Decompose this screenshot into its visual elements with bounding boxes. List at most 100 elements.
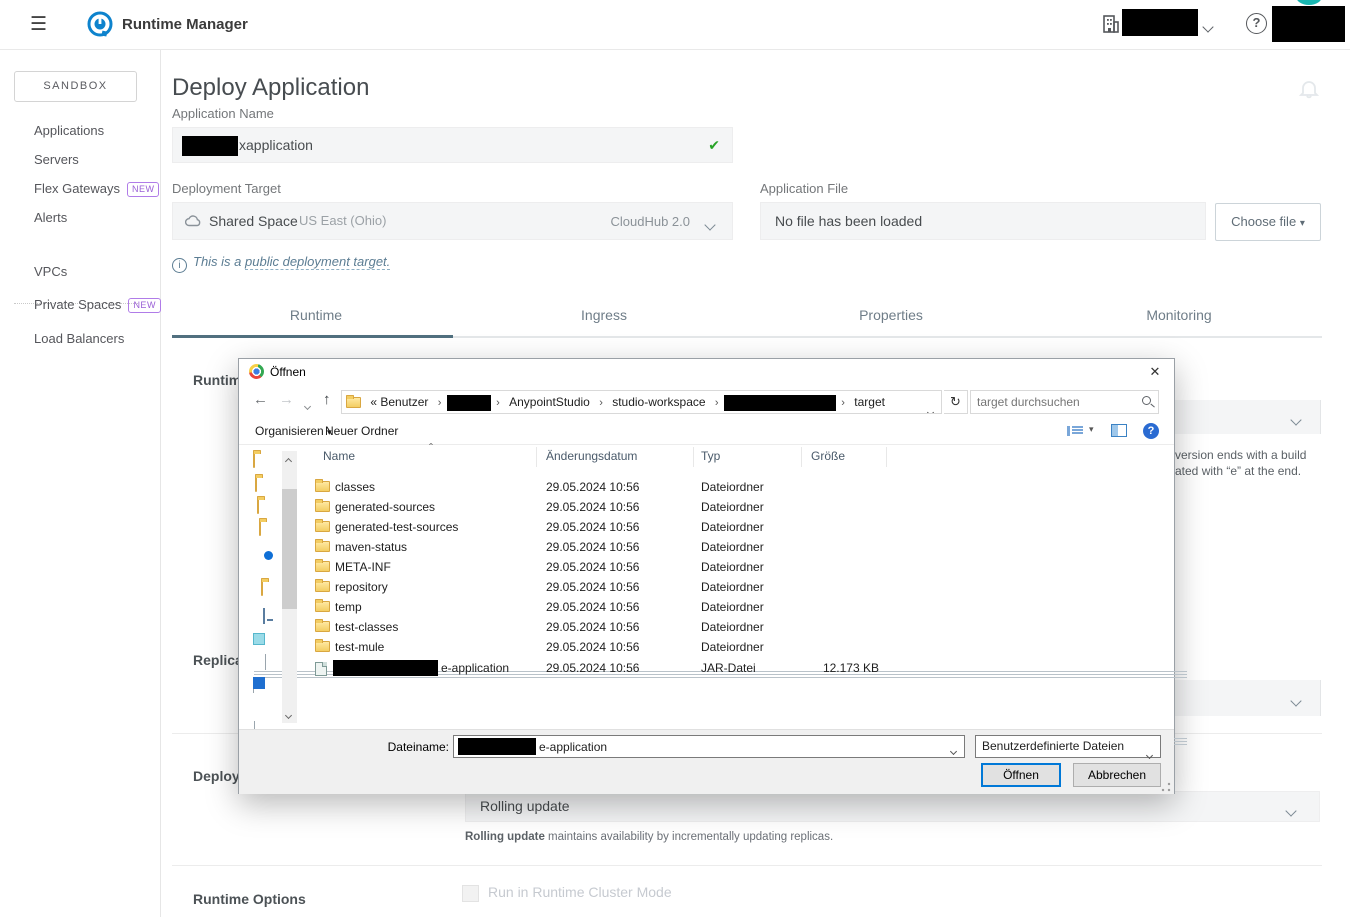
filename-value: e-application	[539, 740, 607, 754]
sidebar-item-load-balancers[interactable]: Load Balancers	[34, 331, 124, 346]
sidebar-item-private-spaces[interactable]: Private SpacesNEW	[34, 297, 161, 314]
folder-icon[interactable]	[257, 498, 259, 514]
folder-icon[interactable]	[255, 476, 257, 492]
3d-objects-icon[interactable]	[253, 633, 265, 645]
resize-grip[interactable]	[1161, 782, 1171, 792]
file-row[interactable]: temp29.05.2024 10:56Dateiordner	[301, 597, 883, 617]
file-row[interactable]: generated-test-sources29.05.2024 10:56Da…	[301, 517, 883, 537]
jar-file-icon	[315, 662, 327, 676]
folder-icon[interactable]	[259, 520, 261, 536]
dialog-help-icon[interactable]: ?	[1143, 423, 1159, 439]
sidebar-item-vpcs[interactable]: VPCs	[34, 264, 67, 279]
path-segment[interactable]: studio-workspace	[612, 395, 705, 409]
application-name-field[interactable]: xapplication ✔	[172, 127, 733, 163]
file-row[interactable]: maven-status29.05.2024 10:56Dateiordner	[301, 537, 883, 557]
filetype-value: Benutzerdefinierte Dateien	[982, 739, 1124, 753]
redacted-business-group[interactable]	[1122, 9, 1198, 36]
dialog-navigation-row: ← → ↑ « Benutzer › › AnypointStudio › st…	[239, 387, 1174, 417]
history-chevron-icon[interactable]	[305, 398, 310, 412]
help-icon[interactable]: ?	[1246, 13, 1267, 34]
folder-icon	[315, 641, 330, 652]
environment-button[interactable]: SANDBOX	[14, 71, 137, 102]
path-segment[interactable]: AnypointStudio	[509, 395, 590, 409]
view-options-icon[interactable]	[1067, 425, 1083, 437]
sidebar-item-flex-gateways[interactable]: Flex GatewaysNEW	[34, 181, 159, 198]
hamburger-menu-icon[interactable]: ☰	[30, 13, 47, 36]
cloud-icon	[185, 214, 202, 232]
path-segment[interactable]: « Benutzer	[370, 395, 428, 409]
tab-ingress[interactable]: Ingress	[460, 307, 748, 323]
file-row[interactable]: generated-sources29.05.2024 10:56Dateior…	[301, 497, 883, 517]
sidebar-item-servers[interactable]: Servers	[34, 152, 79, 167]
path-separator-icon: ›	[438, 397, 442, 409]
open-button[interactable]: Öffnen	[981, 763, 1061, 787]
filename-input[interactable]: e-application	[453, 735, 965, 758]
tab-runtime[interactable]: Runtime	[172, 307, 460, 323]
valid-check-icon: ✔	[708, 137, 720, 154]
tab-monitoring[interactable]: Monitoring	[1035, 307, 1323, 323]
target-platform: CloudHub 2.0	[611, 214, 691, 229]
deployment-target-field[interactable]: Shared Space US East (Ohio) CloudHub 2.0	[172, 202, 733, 240]
this-pc-icon[interactable]	[263, 608, 265, 624]
path-segment[interactable]: target	[854, 395, 885, 409]
replicas-dropdown-partial[interactable]	[1173, 680, 1321, 716]
folder-icon	[315, 481, 330, 492]
dialog-close-icon[interactable]: ✕	[1140, 361, 1170, 383]
search-box[interactable]	[970, 390, 1159, 414]
view-caret-icon[interactable]: ▾	[1089, 424, 1094, 435]
sidebar-item-applications[interactable]: Applications	[34, 123, 104, 138]
redacted-path-segment[interactable]	[447, 395, 491, 411]
column-header-name[interactable]: Name	[323, 449, 355, 463]
folder-icon[interactable]	[253, 452, 255, 468]
page-title: Deploy Application	[172, 74, 369, 102]
folder-icon	[315, 601, 330, 612]
column-header-date[interactable]: Änderungsdatum	[546, 449, 637, 463]
dialog-title-bar[interactable]: Öffnen ✕	[239, 359, 1174, 385]
new-badge: NEW	[127, 182, 160, 197]
up-icon[interactable]: ↑	[323, 391, 331, 408]
address-dropdown-chevron-icon[interactable]	[928, 400, 933, 414]
file-row-selected[interactable]: e-application 29.05.2024 10:56 JAR-Datei…	[301, 658, 883, 678]
organization-icon[interactable]	[1101, 14, 1120, 39]
scrollbar-thumb[interactable]	[282, 489, 297, 609]
navpane-scrollbar[interactable]	[282, 451, 297, 723]
preview-pane-icon[interactable]	[1111, 424, 1127, 437]
choose-file-button[interactable]: Choose file ▾	[1215, 203, 1321, 241]
desktop-icon[interactable]	[253, 677, 265, 689]
update-strategy-value: Rolling update	[480, 798, 570, 814]
deployment-target-label: Deployment Target	[172, 181, 281, 196]
search-icon	[1142, 396, 1151, 405]
search-input[interactable]	[977, 393, 1132, 411]
sidebar-item-alerts[interactable]: Alerts	[34, 210, 67, 225]
redacted-path-segment[interactable]	[724, 395, 836, 411]
address-bar[interactable]: « Benutzer › › AnypointStudio › studio-w…	[341, 390, 942, 414]
file-row[interactable]: test-classes29.05.2024 10:56Dateiordner	[301, 617, 883, 637]
filetype-dropdown[interactable]: Benutzerdefinierte Dateien	[975, 735, 1161, 758]
update-strategy-dropdown[interactable]: Rolling update	[465, 791, 1320, 822]
avatar[interactable]	[1296, 0, 1322, 5]
folder-icon[interactable]	[261, 580, 263, 596]
tab-properties[interactable]: Properties	[747, 307, 1035, 323]
new-folder-button[interactable]: Neuer Ordner	[325, 424, 398, 438]
column-header-size[interactable]: Größe	[811, 449, 845, 463]
refresh-icon[interactable]: ↻	[944, 390, 968, 414]
target-region: US East (Ohio)	[299, 213, 386, 228]
scroll-up-icon[interactable]	[286, 453, 291, 467]
filename-dropdown-chevron-icon[interactable]	[951, 743, 956, 757]
runtime-version-dropdown-partial[interactable]	[1173, 400, 1321, 434]
file-row[interactable]: repository29.05.2024 10:56Dateiordner	[301, 577, 883, 597]
cluster-mode-checkbox[interactable]	[462, 885, 479, 902]
scroll-down-icon[interactable]	[286, 707, 291, 721]
folder-icon	[315, 621, 330, 632]
business-group-chevron-icon[interactable]	[1204, 18, 1212, 36]
cancel-button[interactable]: Abbrechen	[1073, 763, 1161, 787]
column-header-type[interactable]: Typ	[701, 449, 720, 463]
notifications-bell-icon[interactable]	[1299, 78, 1319, 105]
back-icon[interactable]: ←	[253, 391, 268, 408]
file-row[interactable]: test-mule29.05.2024 10:56Dateiordner	[301, 637, 883, 657]
file-row[interactable]: classes29.05.2024 10:56Dateiordner	[301, 477, 883, 497]
public-target-link[interactable]: public deployment target.	[245, 254, 390, 270]
organize-button[interactable]: Organisieren ▾	[255, 424, 332, 438]
redacted-user-menu[interactable]	[1272, 6, 1345, 42]
file-row[interactable]: META-INF29.05.2024 10:56Dateiordner	[301, 557, 883, 577]
